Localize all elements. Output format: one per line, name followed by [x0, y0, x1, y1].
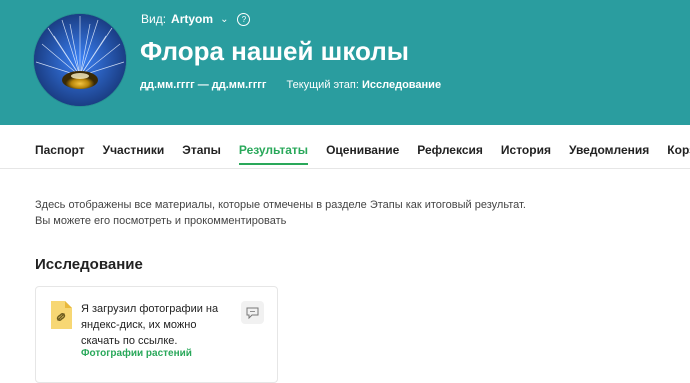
section-title: Исследование	[35, 256, 143, 273]
tab-results[interactable]: Результаты	[238, 143, 309, 165]
intro-line-1: Здесь отображены все материалы, которые …	[35, 199, 526, 211]
page-title: Флора нашей школы	[140, 36, 409, 66]
tab-passport[interactable]: Паспорт	[35, 143, 85, 165]
tab-bar: Паспорт Участники Этапы Результаты Оцени…	[35, 143, 690, 165]
comment-button[interactable]	[241, 301, 264, 324]
project-avatar	[34, 14, 126, 106]
results-intro: Здесь отображены все материалы, которые …	[35, 197, 526, 229]
comment-icon	[246, 307, 259, 319]
tab-notifications[interactable]: Уведомления	[569, 143, 649, 165]
help-icon[interactable]: ?	[237, 12, 251, 26]
project-dates: дд.мм.гггг — дд.мм.гггг	[140, 79, 267, 91]
chevron-down-icon[interactable]: ⌄	[220, 14, 228, 25]
view-selector[interactable]: Вид: Artyom ⌄ ?	[141, 12, 251, 26]
project-meta: дд.мм.гггг — дд.мм.гггг Текущий этап: Ис…	[140, 79, 441, 91]
tabs-divider	[0, 168, 690, 169]
link-file-icon	[51, 301, 72, 329]
stage-value: Исследование	[362, 79, 442, 91]
stage-label: Текущий этап:	[286, 79, 359, 91]
tab-participants[interactable]: Участники	[103, 143, 165, 165]
tab-history[interactable]: История	[501, 143, 551, 165]
view-user[interactable]: Artyom	[171, 12, 213, 26]
tab-stages[interactable]: Этапы	[182, 143, 221, 165]
project-header: Вид: Artyom ⌄ ? Флора нашей школы дд.мм.…	[0, 0, 690, 125]
view-label: Вид:	[141, 12, 167, 26]
tab-trash[interactable]: Корзина	[667, 143, 690, 165]
result-description: Я загрузил фотографии на яндекс-диск, их…	[81, 303, 219, 347]
result-card: Я загрузил фотографии на яндекс-диск, их…	[35, 286, 278, 383]
result-link[interactable]: Фотографии растений	[81, 348, 192, 359]
intro-line-2: Вы можете его посмотреть и прокомментиро…	[35, 215, 287, 227]
dandelion-image	[34, 14, 126, 106]
tab-evaluation[interactable]: Оценивание	[326, 143, 399, 165]
current-stage: Текущий этап: Исследование	[286, 79, 441, 91]
tab-reflection[interactable]: Рефлексия	[417, 143, 483, 165]
